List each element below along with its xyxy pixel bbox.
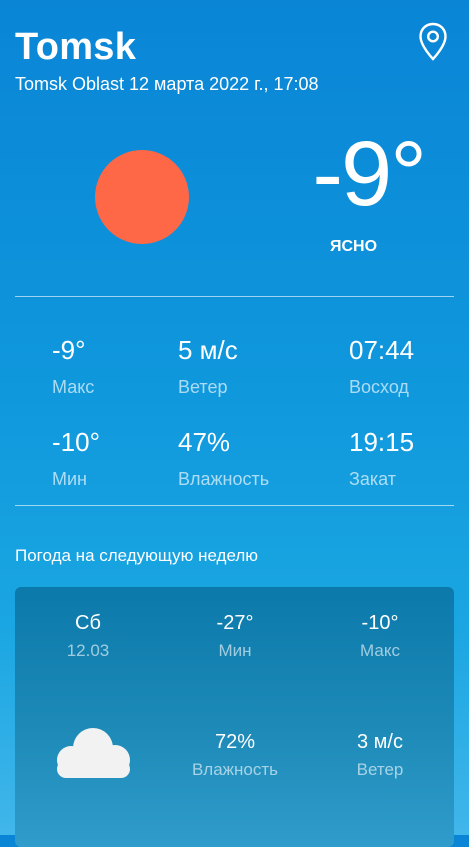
forecast-weekday: Сб	[75, 612, 101, 634]
stat-max-value: -9°	[52, 335, 86, 365]
stat-wind-value: 5 м/с	[178, 335, 238, 365]
cloud-icon	[57, 728, 130, 778]
forecast-max: -10° Макс	[320, 613, 440, 661]
stat-sunrise-value: 07:44	[349, 335, 415, 365]
stat-wind-label: Ветер	[178, 377, 228, 397]
stat-min-label: Мин	[52, 469, 87, 489]
stat-min-value: -10°	[52, 427, 100, 457]
forecast-humidity-label: Влажность	[191, 760, 279, 779]
stat-humidity-label: Влажность	[178, 469, 270, 489]
stat-wind: 5 м/с Ветер	[178, 337, 238, 398]
divider-bottom	[15, 505, 454, 506]
forecast-wind-label: Ветер	[356, 760, 404, 779]
location-date-subtitle: Tomsk Oblast 12 марта 2022 г., 17:08	[15, 74, 319, 94]
forecast-humidity: 72% Влажность	[175, 732, 295, 780]
forecast-humidity-value: 72%	[214, 731, 256, 753]
forecast-day-card[interactable]: Сб 12.03 -27° Мин -10° Макс 72% Влажност…	[15, 587, 454, 847]
stat-max-label: Макс	[52, 377, 95, 397]
forecast-date-value: 12.03	[66, 641, 110, 660]
forecast-wind-value: 3 м/с	[357, 731, 403, 753]
map-pin-icon[interactable]	[418, 22, 448, 62]
stat-min: -10° Мин	[52, 429, 100, 490]
stat-sunrise-label: Восход	[349, 377, 409, 397]
stat-sunset-value: 19:15	[349, 427, 415, 457]
forecast-max-value: -10°	[361, 612, 399, 634]
sun-icon	[95, 150, 189, 244]
forecast-wind: 3 м/с Ветер	[320, 732, 440, 780]
stat-sunrise: 07:44 Восход	[349, 337, 414, 398]
forecast-max-label: Макс	[360, 641, 400, 660]
weather-condition: ЯСНО	[330, 238, 378, 255]
forecast-min-value: -27°	[216, 612, 254, 634]
forecast-min-label: Мин	[218, 641, 252, 660]
city-title: Tomsk	[15, 26, 137, 68]
stat-sunset: 19:15 Закат	[349, 429, 414, 490]
forecast-title: Погода на следующую неделю	[15, 546, 259, 565]
current-temperature: -9°	[312, 123, 427, 225]
forecast-min: -27° Мин	[175, 613, 295, 661]
divider-top	[15, 296, 454, 297]
stat-sunset-label: Закат	[349, 469, 397, 489]
stat-humidity-value: 47%	[178, 427, 231, 457]
forecast-date: Сб 12.03	[28, 613, 148, 661]
stat-max: -9° Макс	[52, 337, 94, 398]
stat-humidity: 47% Влажность	[178, 429, 269, 490]
